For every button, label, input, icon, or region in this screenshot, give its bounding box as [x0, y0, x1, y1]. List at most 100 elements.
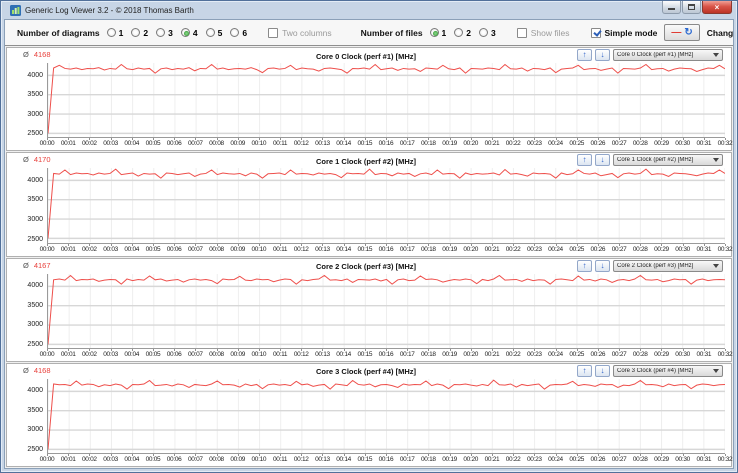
x-tick-label: 00:13: [315, 350, 330, 358]
chart-signal-dropdown[interactable]: Core 2 Clock (perf #3) [MHz]: [613, 259, 723, 272]
diagram-count-option-2[interactable]: 2: [131, 28, 148, 38]
chart-up-button[interactable]: ↑: [577, 154, 592, 167]
chart-down-button[interactable]: ↓: [595, 364, 610, 377]
y-axis-labels: 4000 3500 3000 2500: [7, 63, 47, 138]
chart-down-button[interactable]: ↓: [595, 154, 610, 167]
minimize-icon: [668, 8, 675, 10]
radio-icon: [205, 28, 215, 37]
x-tick-label: 00:11: [272, 140, 288, 148]
refresh-icon: ↻: [684, 26, 693, 38]
x-tick-label: 00:26: [590, 350, 606, 358]
chart-down-button[interactable]: ↓: [595, 259, 610, 272]
window-content: Number of diagrams 1 2 3 4 5 6 Two columns Nu…: [4, 19, 734, 469]
arrow-down-icon: ↓: [600, 155, 605, 165]
x-tick-label: 00:27: [611, 140, 627, 148]
y-tick-label: 4000: [27, 176, 43, 184]
x-tick-label: 00:16: [378, 140, 394, 148]
line-sample-icon: —: [671, 26, 682, 38]
x-tick-label: 00:25: [569, 245, 585, 253]
show-files-label: Show files: [530, 27, 570, 38]
radio-label: 1: [118, 27, 124, 38]
x-tick-label: 00:30: [675, 140, 691, 148]
x-axis-labels: 00:00 00:01 00:02 00:03 00:04 00:05 00:06 00:07…: [40, 454, 733, 465]
change-all-label: Change all: [706, 27, 734, 38]
diagram-count-option-6[interactable]: 6: [230, 28, 247, 38]
simple-mode-label: Simple mode: [604, 27, 658, 38]
y-tick-label: 3500: [27, 196, 43, 204]
diagram-count-option-4[interactable]: 4: [180, 28, 198, 38]
chart-signal-dropdown[interactable]: Core 1 Clock (perf #2) [MHz]: [613, 154, 723, 167]
close-button[interactable]: ×: [702, 1, 732, 14]
diagram-count-option-1[interactable]: 1: [106, 27, 124, 38]
x-tick-label: 00:13: [315, 245, 330, 253]
x-tick-label: 00:23: [526, 245, 542, 253]
file-count-option-2[interactable]: 2: [454, 28, 471, 38]
x-tick-label: 00:08: [209, 245, 224, 253]
diagram-count-option-5[interactable]: 5: [205, 27, 223, 38]
chart-up-button[interactable]: ↑: [577, 49, 592, 61]
x-tick-label: 00:02: [81, 140, 97, 148]
x-tick-label: 00:28: [632, 140, 648, 148]
files-count-label: Number of files: [360, 27, 423, 38]
x-tick-label: 00:00: [39, 350, 55, 358]
radio-icon: [230, 28, 240, 37]
two-columns-checkbox[interactable]: Two columns: [268, 27, 332, 38]
x-tick-label: 00:32: [717, 456, 733, 463]
chart-select-label: Core 3 Clock (perf #4) [MHz]: [617, 367, 694, 374]
charts-area: Ø 4168 Core 0 Clock (perf #1) [MHz] ↑ ↓ …: [5, 46, 733, 468]
x-tick-label: 00:30: [675, 456, 691, 463]
file-count-option-3[interactable]: 3: [479, 28, 496, 38]
x-tick-label: 00:01: [60, 140, 76, 148]
x-tick-label: 00:19: [442, 140, 457, 148]
arrow-up-icon: ↑: [582, 155, 587, 165]
x-tick-label: 00:00: [39, 140, 55, 148]
x-tick-label: 00:24: [548, 140, 563, 148]
x-tick-label: 00:27: [611, 245, 627, 253]
y-tick-label: 3000: [27, 110, 43, 118]
diagram-count-radios: 1 2 3 4 5 6: [106, 27, 247, 38]
x-tick-label: 00:24: [548, 456, 563, 463]
minimize-button[interactable]: [662, 1, 681, 14]
line-style-refresh-button[interactable]: — ↻: [664, 24, 700, 41]
x-tick-label: 00:32: [717, 350, 733, 358]
x-tick-label: 00:21: [484, 140, 500, 148]
x-tick-label: 00:06: [166, 245, 182, 253]
y-tick-label: 3000: [27, 321, 43, 329]
radio-label: 5: [217, 27, 223, 38]
chart-signal-dropdown[interactable]: Core 0 Clock (perf #1) [MHz]: [613, 49, 723, 61]
x-tick-label: 00:16: [378, 245, 394, 253]
x-tick-label: 00:26: [590, 140, 606, 148]
x-tick-label: 00:04: [124, 140, 140, 148]
file-count-option-1[interactable]: 1: [429, 28, 446, 38]
chart-select-label: Core 1 Clock (perf #2) [MHz]: [617, 157, 694, 164]
y-tick-label: 3500: [27, 406, 43, 414]
show-files-checkbox[interactable]: Show files: [516, 27, 570, 38]
plot-row: 4000 3500 3000 2500: [7, 378, 725, 454]
x-tick-label: 00:18: [420, 140, 436, 148]
x-tick-label: 00:17: [399, 350, 415, 358]
x-tick-label: 00:21: [484, 456, 500, 463]
maximize-button[interactable]: [682, 1, 701, 14]
chart-panel: Ø 4168 Core 0 Clock (perf #1) [MHz] ↑ ↓ …: [6, 47, 733, 152]
x-tick-label: 00:14: [336, 245, 352, 253]
chart-signal-dropdown[interactable]: Core 3 Clock (perf #4) [MHz]: [613, 364, 723, 377]
chart-down-button[interactable]: ↓: [595, 49, 610, 61]
chart-up-button[interactable]: ↑: [577, 259, 592, 272]
simple-mode-checkbox[interactable]: Simple mode: [590, 27, 658, 38]
plot-row: 4000 3500 3000 2500: [7, 168, 725, 244]
x-tick-label: 00:07: [187, 456, 203, 463]
x-tick-label: 00:23: [526, 140, 542, 148]
maximize-icon: [688, 4, 695, 10]
x-tick-label: 00:07: [187, 245, 203, 253]
chart-controls: ↑ ↓ Core 1 Clock (perf #2) [MHz]: [577, 154, 723, 167]
diagram-count-option-3[interactable]: 3: [156, 28, 173, 38]
chart-header: Ø 4167 Core 2 Clock (perf #3) [MHz] ↑ ↓ …: [7, 259, 725, 274]
x-tick-label: 00:03: [103, 350, 118, 358]
app-icon: [10, 4, 21, 16]
x-axis-labels: 00:00 00:01 00:02 00:03 00:04 00:05 00:06 00:07…: [40, 348, 733, 360]
x-tick-label: 00:14: [336, 456, 352, 463]
x-tick-label: 00:05: [145, 245, 161, 253]
x-tick-label: 00:31: [696, 350, 712, 358]
x-tick-label: 00:24: [548, 350, 563, 358]
chart-up-button[interactable]: ↑: [577, 364, 592, 377]
